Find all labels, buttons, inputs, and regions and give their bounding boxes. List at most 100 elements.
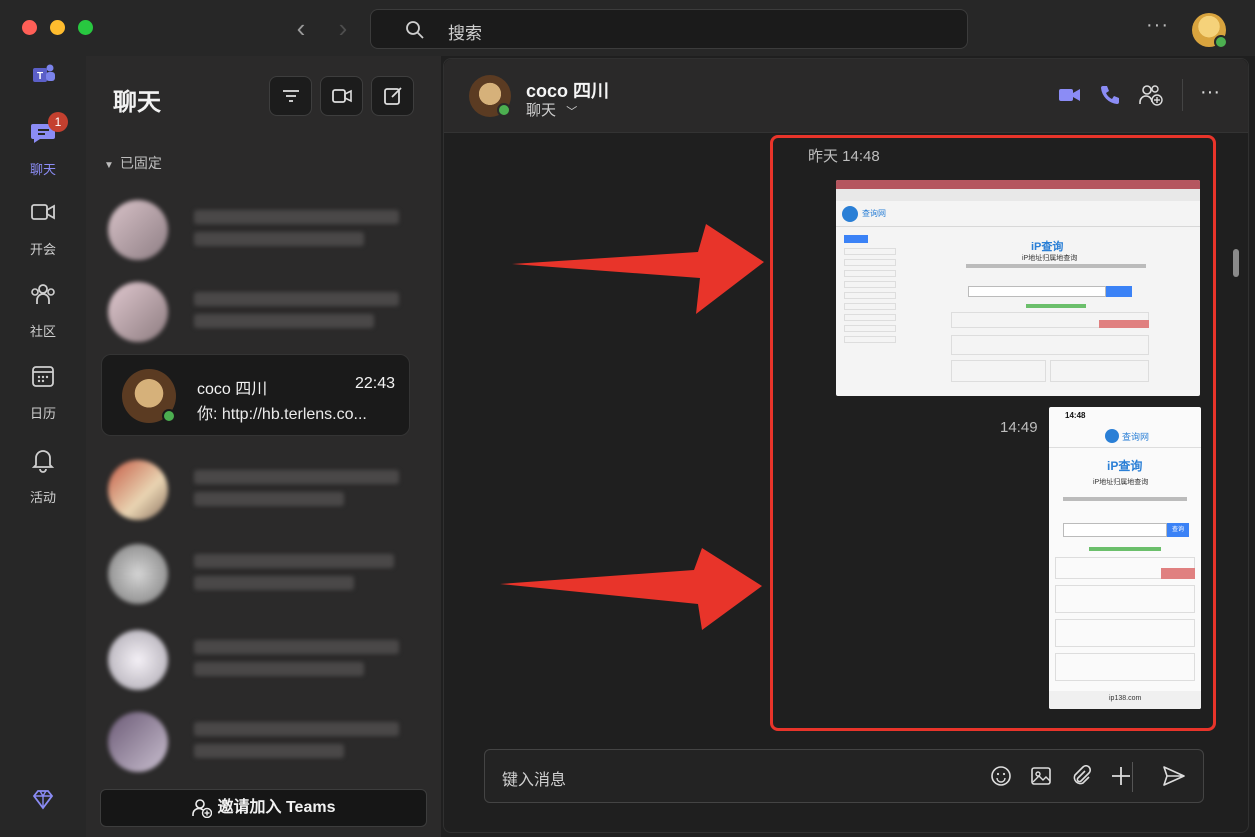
composer-divider bbox=[1132, 762, 1133, 792]
avatar bbox=[108, 460, 168, 520]
available-status-icon bbox=[1214, 35, 1228, 49]
avatar bbox=[108, 200, 168, 260]
blurred-text bbox=[194, 210, 399, 224]
compose-icon bbox=[384, 87, 402, 105]
new-chat-button[interactable] bbox=[371, 76, 414, 116]
avatar bbox=[108, 630, 168, 690]
avatar bbox=[108, 282, 168, 342]
caret-down-icon: ▼ bbox=[104, 160, 114, 171]
title-bar: ‹ › 搜索 ··· bbox=[0, 0, 1255, 56]
avatar bbox=[108, 712, 168, 772]
search-placeholder: 搜索 bbox=[448, 24, 482, 43]
message-composer[interactable]: 键入消息 bbox=[484, 749, 1204, 803]
profile-avatar[interactable] bbox=[1192, 13, 1228, 49]
community-icon bbox=[31, 284, 55, 304]
send-icon[interactable] bbox=[1162, 765, 1186, 787]
emoji-icon[interactable] bbox=[990, 765, 1012, 787]
invite-label: 邀请加入 Teams bbox=[217, 799, 336, 816]
app-rail: T 1 聊天 开会 社区 日历 活动 bbox=[0, 56, 86, 837]
close-window-button[interactable] bbox=[22, 20, 37, 35]
rail-item-community[interactable]: 社区 bbox=[0, 280, 86, 340]
rail-item-chat[interactable]: 1 聊天 bbox=[0, 112, 86, 178]
more-options-icon[interactable]: ··· bbox=[1146, 14, 1169, 37]
add-person-icon bbox=[191, 798, 212, 818]
chat-item-coco[interactable]: coco 四川 22:43 你: http://hb.terlens.co... bbox=[101, 354, 410, 436]
chat-list-panel: 聊天 ▼ 已固定 coco 四川 22:43 你: http://hb.terl… bbox=[86, 56, 441, 837]
blurred-text bbox=[194, 470, 399, 484]
avatar bbox=[122, 369, 176, 423]
rail-item-meet[interactable]: 开会 bbox=[0, 198, 86, 258]
conversation-header: coco 四川 聊天 ﹀ ··· bbox=[444, 59, 1248, 133]
chat-tab-dropdown[interactable]: 聊天 ﹀ bbox=[526, 99, 577, 120]
invite-to-teams-button[interactable]: 邀请加入 Teams bbox=[100, 789, 427, 827]
rail-label-activity: 活动 bbox=[29, 490, 56, 505]
blurred-text bbox=[194, 662, 364, 676]
teams-logo-icon: T bbox=[33, 64, 55, 82]
video-camera-icon bbox=[332, 89, 352, 103]
blurred-text bbox=[194, 640, 399, 654]
chat-item-preview: 你: http://hb.terlens.co... bbox=[197, 406, 367, 423]
chat-item-time: 22:43 bbox=[354, 375, 395, 392]
audio-call-icon[interactable] bbox=[1098, 83, 1122, 107]
video-camera-icon bbox=[31, 204, 55, 220]
chat-tab-label: 聊天 bbox=[526, 102, 557, 119]
rail-item-calendar[interactable]: 日历 bbox=[0, 362, 86, 422]
scrollbar-thumb[interactable] bbox=[1233, 249, 1239, 277]
search-icon bbox=[406, 21, 424, 39]
red-arrow-annotation bbox=[512, 224, 764, 314]
available-status-icon bbox=[162, 409, 176, 423]
red-arrow-annotation bbox=[500, 548, 762, 630]
plus-icon[interactable] bbox=[1110, 765, 1132, 787]
filter-button[interactable] bbox=[269, 76, 312, 116]
premium-diamond[interactable] bbox=[0, 786, 86, 819]
unread-badge: 1 bbox=[48, 112, 68, 132]
rail-label-community: 社区 bbox=[29, 324, 56, 339]
blurred-text bbox=[194, 554, 394, 568]
rail-label-chat: 聊天 bbox=[29, 162, 56, 177]
avatar bbox=[108, 544, 168, 604]
list-item[interactable] bbox=[108, 456, 408, 520]
list-item[interactable] bbox=[108, 626, 408, 690]
list-item[interactable] bbox=[108, 540, 408, 604]
video-call-icon[interactable] bbox=[1058, 83, 1082, 107]
composer-placeholder: 键入消息 bbox=[502, 772, 567, 789]
attach-icon[interactable] bbox=[1070, 765, 1092, 787]
blurred-text bbox=[194, 576, 354, 590]
chat-list-title: 聊天 bbox=[113, 89, 161, 116]
chat-item-name: coco 四川 bbox=[197, 381, 268, 398]
conversation-pane: coco 四川 聊天 ﹀ ··· 昨天 14:48 查询网 iP查询 iP地址归… bbox=[443, 58, 1249, 833]
meet-now-button[interactable] bbox=[320, 76, 363, 116]
image-icon[interactable] bbox=[1030, 765, 1052, 787]
highlight-box bbox=[770, 135, 1216, 731]
bell-icon bbox=[31, 450, 55, 473]
header-divider bbox=[1182, 79, 1183, 111]
rail-item-activity[interactable]: 活动 bbox=[0, 446, 86, 506]
minimize-window-button[interactable] bbox=[50, 20, 65, 35]
zoom-window-button[interactable] bbox=[78, 20, 93, 35]
add-people-icon[interactable] bbox=[1138, 83, 1164, 107]
contact-avatar[interactable] bbox=[469, 75, 511, 117]
blurred-text bbox=[194, 314, 374, 328]
teams-logo: T bbox=[0, 60, 86, 93]
back-arrow-icon[interactable]: ‹ bbox=[288, 14, 314, 42]
list-item[interactable] bbox=[108, 196, 408, 260]
pinned-label: 已固定 bbox=[119, 155, 162, 171]
blurred-text bbox=[194, 232, 364, 246]
blurred-text bbox=[194, 292, 399, 306]
blurred-text bbox=[194, 744, 344, 758]
pinned-section-header[interactable]: ▼ 已固定 bbox=[104, 153, 162, 173]
blurred-text bbox=[194, 722, 399, 736]
blurred-text bbox=[194, 492, 344, 506]
list-item[interactable] bbox=[108, 708, 408, 772]
rail-label-calendar: 日历 bbox=[29, 406, 56, 421]
chevron-down-icon: ﹀ bbox=[566, 106, 578, 118]
rail-label-meet: 开会 bbox=[29, 242, 56, 257]
filter-icon bbox=[283, 90, 299, 102]
calendar-icon bbox=[32, 366, 54, 387]
forward-arrow-icon[interactable]: › bbox=[330, 14, 356, 42]
list-item[interactable] bbox=[108, 278, 408, 342]
diamond-icon bbox=[32, 790, 54, 810]
more-options-icon[interactable]: ··· bbox=[1200, 81, 1220, 104]
svg-text:T: T bbox=[37, 71, 43, 82]
search-bar[interactable]: 搜索 bbox=[370, 9, 968, 49]
